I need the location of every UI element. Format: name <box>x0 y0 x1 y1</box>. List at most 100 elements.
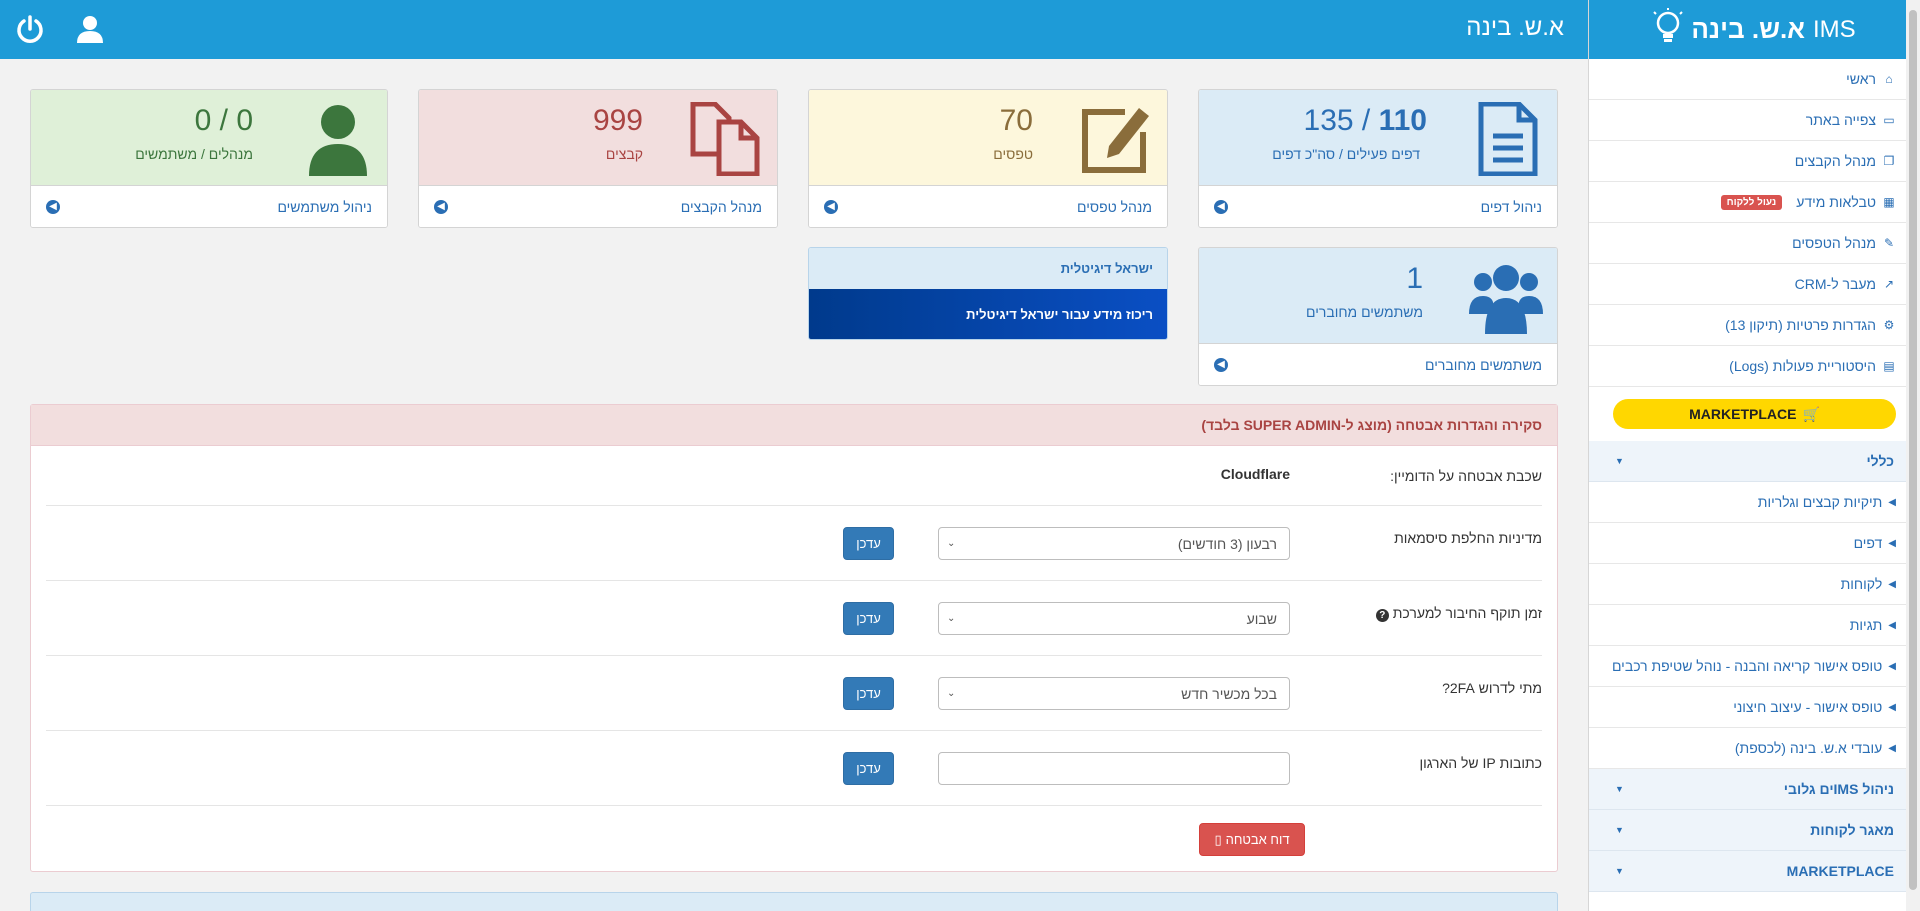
sidebar-item-forms-manager[interactable]: ✎ מנהל הטפסים <box>1589 223 1920 264</box>
user-icon <box>303 102 373 176</box>
password-policy-select[interactable]: רבעון (3 חודשים) ⌄ <box>938 527 1290 560</box>
users-group-icon <box>1469 260 1543 334</box>
files-icon: ❐ <box>1883 154 1895 168</box>
files-card: 999 קבצים מנהל הקבצים ◀ <box>418 89 778 228</box>
sidebar-item-label: הגדרות פרטיות (תיקון 13) <box>1725 317 1876 333</box>
sidebar-group-clients[interactable]: מאגר לקוחות ▼ <box>1589 810 1920 851</box>
forms-card: 70 טפסים מנהל טפסים ◀ <box>808 89 1168 228</box>
domain-label: שכבת אבטחה על הדומיין: <box>1390 468 1542 484</box>
domain-row: שכבת אבטחה על הדומיין: Cloudflare <box>46 446 1542 506</box>
caret-down-icon: ▼ <box>1615 825 1624 835</box>
pages-label: דפים פעילים / סה"כ דפים <box>1272 146 1420 162</box>
sidebar-sub-item[interactable]: ◀ עובדי א.ש. בינה (לכספת) <box>1589 728 1920 769</box>
power-icon[interactable] <box>14 13 46 45</box>
sidebar-item-label: ראשי <box>1846 71 1876 87</box>
sidebar-sub-item[interactable]: ◀ תיקיות קבצים וגלריות <box>1589 482 1920 523</box>
pages-active: 110 <box>1378 104 1427 137</box>
forms-link[interactable]: מנהל טפסים ◀ <box>809 185 1167 227</box>
sidebar-sub-item[interactable]: ◀ טופס אישור קריאה והבנה - נוהל שטיפת רכב… <box>1589 646 1920 687</box>
security-report-button[interactable]: דוח אבטחה ▯ <box>1199 823 1305 856</box>
users-card: 0 / 0 מנהלים / משתמשים ניהול משתמשים ◀ <box>30 89 388 228</box>
password-label: מדיניות החלפת סיסמאות <box>1394 530 1542 546</box>
sidebar-sub-item[interactable]: ◀ תגיות <box>1589 605 1920 646</box>
chevron-down-icon: ⌄ <box>947 613 956 624</box>
sidebar-sub-item[interactable]: ◀ לקוחות <box>1589 564 1920 605</box>
users-count: 0 / 0 <box>194 104 253 137</box>
chevron-down-icon: ⌄ <box>947 538 956 549</box>
sidebar-item-privacy[interactable]: ⚙ הגדרות פרטיות (תיקון 13) <box>1589 305 1920 346</box>
caret-left-icon: ◀ <box>1888 619 1896 631</box>
group-label: ניהול IMSים גלובי <box>1783 781 1894 797</box>
digital-banner[interactable]: ריכוז מידע עבור ישראל דיגיטלית <box>809 289 1167 339</box>
pages-link[interactable]: ניהול דפים ◀ <box>1199 185 1557 227</box>
users-label: מנהלים / משתמשים <box>135 146 253 162</box>
brand-ims: IMS <box>1812 15 1856 43</box>
sub-item-label: טופס אישור - עיצוב חיצוני <box>1733 699 1883 715</box>
ip-input[interactable] <box>938 752 1290 785</box>
sub-item-label: תגיות <box>1849 617 1883 633</box>
pages-total: 135 <box>1303 104 1354 137</box>
update-password-button[interactable]: עדכן <box>843 527 894 560</box>
session-select[interactable]: שבוע ⌄ <box>938 602 1290 635</box>
update-session-button[interactable]: עדכן <box>843 602 894 635</box>
files-label: קבצים <box>605 146 643 162</box>
update-ip-button[interactable]: עדכן <box>843 752 894 785</box>
security-panel: סקירה והגדרות אבטחה (מוצג ל-SUPER ADMIN … <box>30 404 1558 872</box>
edit-icon <box>1082 102 1153 176</box>
sidebar-sub-item[interactable]: ◀ דפים <box>1589 523 1920 564</box>
sidebar-item-logs[interactable]: ▤ היסטוריית פעולות (Logs) <box>1589 346 1920 387</box>
session-value: שבוע <box>1246 610 1277 627</box>
marketplace-wrap: 🛒 MARKETPLACE <box>1589 387 1920 441</box>
caret-left-icon: ◀ <box>1888 537 1896 549</box>
connected-users-card: 1 משתמשים מחוברים משתמשים מחוברים ◀ <box>1198 247 1558 386</box>
sidebar-sub-item[interactable]: ◀ טופס אישור - עיצוב חיצוני <box>1589 687 1920 728</box>
domain-value: Cloudflare <box>1220 466 1290 482</box>
table-icon: ▦ <box>1883 195 1895 209</box>
ip-label: כתובות IP של הארגון <box>1419 755 1542 771</box>
caret-left-icon: ◀ <box>1888 496 1896 508</box>
files-icon <box>690 101 763 177</box>
arrow-circle-left-icon: ◀ <box>46 199 60 214</box>
sidebar-item-home[interactable]: ⌂ ראשי <box>1589 59 1920 100</box>
sub-item-label: עובדי א.ש. בינה (לכספת) <box>1734 740 1883 756</box>
pages-link-label: ניהול דפים <box>1480 198 1542 215</box>
sidebar-item-crm[interactable]: ↗ מעבר ל-CRM <box>1589 264 1920 305</box>
external-link-icon: ↗ <box>1883 277 1895 291</box>
top-bar: א.ש. בינה <box>0 0 1588 59</box>
connected-link[interactable]: משתמשים מחוברים ◀ <box>1199 343 1557 385</box>
twofa-select[interactable]: בכל מכשיר חדש ⌄ <box>938 677 1290 710</box>
users-link[interactable]: ניהול משתמשים ◀ <box>31 185 387 227</box>
sidebar-item-label: מעבר ל-CRM <box>1794 276 1876 292</box>
pages-card: 135 / 110 דפים פעילים / סה"כ דפים ניהול … <box>1198 89 1558 228</box>
security-report-label: דוח אבטחה <box>1225 832 1290 847</box>
scrollbar[interactable] <box>1906 0 1920 911</box>
sidebar-item-view-site[interactable]: ▭ צפייה באתר <box>1589 100 1920 141</box>
sub-item-label: תיקיות קבצים וגלריות <box>1757 494 1883 510</box>
password-policy-value: רבעון (3 חודשים) <box>1177 535 1277 552</box>
users-link-label: ניהול משתמשים <box>277 198 372 215</box>
sidebar-group-global-ims[interactable]: ניהול IMSים גלובי ▼ <box>1589 769 1920 810</box>
user-icon[interactable] <box>74 13 106 45</box>
arrow-circle-left-icon: ◀ <box>824 199 838 214</box>
cart-icon: 🛒 <box>1802 405 1820 422</box>
caret-left-icon: ◀ <box>1888 701 1896 713</box>
sidebar-item-label: מנהל הטפסים <box>1792 235 1876 251</box>
files-link[interactable]: מנהל הקבצים ◀ <box>419 185 777 227</box>
twofa-value: בכל מכשיר חדש <box>1181 685 1277 702</box>
update-twofa-button[interactable]: עדכן <box>843 677 894 710</box>
gear-icon: ⚙ <box>1883 318 1895 332</box>
brand-logo[interactable]: IMS א.ש. בינה <box>1589 0 1920 59</box>
sidebar-group-marketplace[interactable]: MARKETPLACE ▼ <box>1589 851 1920 892</box>
scrollbar-thumb[interactable] <box>1909 10 1917 890</box>
sidebar-item-data-tables[interactable]: ▦ טבלאות מידע נעול ללקוח <box>1589 182 1920 223</box>
archive-icon: ▤ <box>1883 359 1895 373</box>
sidebar-item-file-manager[interactable]: ❐ מנהל הקבצים <box>1589 141 1920 182</box>
twofa-label: מתי לדרוש 2FA? <box>1442 680 1542 696</box>
sidebar-group-general[interactable]: כללי ▼ <box>1589 441 1920 482</box>
sidebar-item-label: היסטוריית פעולות (Logs) <box>1729 358 1876 374</box>
group-label: כללי <box>1866 453 1894 469</box>
marketplace-button[interactable]: 🛒 MARKETPLACE <box>1613 399 1896 429</box>
question-icon[interactable]: ? <box>1375 609 1389 622</box>
home-icon: ⌂ <box>1885 72 1893 86</box>
forms-link-label: מנהל טפסים <box>1077 198 1152 215</box>
